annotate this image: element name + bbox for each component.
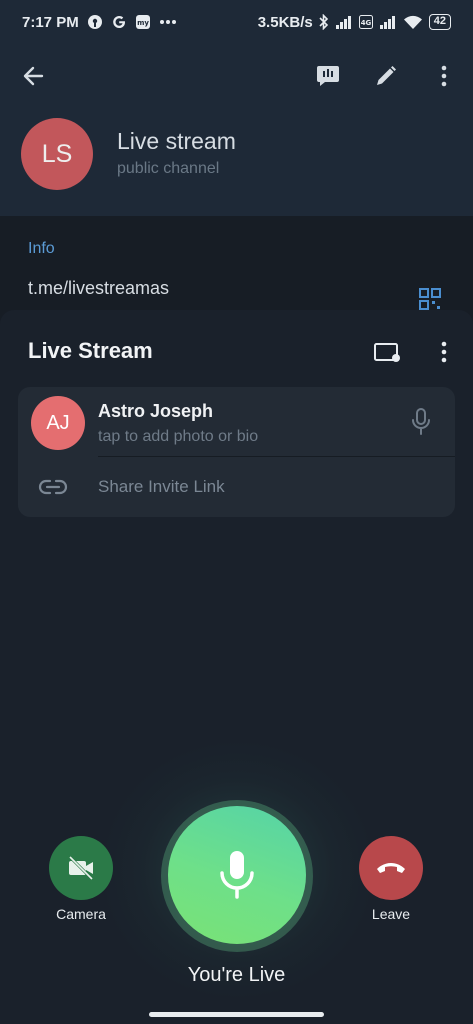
info-heading: Info xyxy=(28,240,55,257)
status-time: 7:17 PM xyxy=(22,13,79,31)
channel-title: Live stream xyxy=(117,128,236,154)
status-left: 7:17 PM my xyxy=(22,14,177,31)
voice-chat-icon xyxy=(317,66,339,86)
sheet-more-button[interactable] xyxy=(432,338,456,366)
participants-card: AJ Astro Joseph tap to add photo or bio … xyxy=(18,387,455,517)
google-icon xyxy=(111,14,127,30)
bluetooth-icon xyxy=(319,14,329,30)
mic-button[interactable] xyxy=(168,806,306,944)
svg-text:4G: 4G xyxy=(360,19,371,27)
info-section: Info t.me/livestreamas xyxy=(0,216,473,316)
participant-initials: AJ xyxy=(46,411,70,434)
status-right: 3.5KB/s 4G 42 xyxy=(258,14,451,31)
signal-icon xyxy=(335,15,353,29)
arrow-left-icon xyxy=(23,66,44,86)
app-icon: my xyxy=(135,14,151,30)
status-bar: 7:17 PM my 3.5KB/s 4G 42 xyxy=(0,0,473,44)
screen-share-button[interactable] xyxy=(373,338,401,366)
link-icon xyxy=(38,475,68,499)
sheet-title: Live Stream xyxy=(28,338,153,363)
leave-button[interactable] xyxy=(359,836,423,900)
live-stream-button[interactable] xyxy=(314,62,342,90)
volte-icon: 4G xyxy=(358,15,373,29)
back-button[interactable] xyxy=(20,62,48,90)
channel-avatar-initials: LS xyxy=(41,139,73,168)
leave-label: Leave xyxy=(371,906,411,922)
screencast-icon xyxy=(374,343,400,362)
camera-button[interactable] xyxy=(49,836,113,900)
live-status-label: You're Live xyxy=(187,964,286,986)
participant-bio-hint[interactable]: tap to add photo or bio xyxy=(98,428,258,446)
pencil-icon xyxy=(377,66,396,85)
microphone-icon xyxy=(220,851,254,899)
edit-button[interactable] xyxy=(372,62,400,90)
qr-code-icon[interactable] xyxy=(419,288,441,310)
hang-up-icon xyxy=(377,863,405,873)
channel-link[interactable]: t.me/livestreamas xyxy=(28,278,169,299)
podcast-icon xyxy=(87,14,103,30)
participant-name[interactable]: Astro Joseph xyxy=(98,401,213,422)
channel-subtitle: public channel xyxy=(117,160,220,177)
camera-label: Camera xyxy=(56,906,106,922)
battery-indicator: 42 xyxy=(428,14,451,30)
share-invite-link-row[interactable]: Share Invite Link xyxy=(18,457,455,517)
channel-avatar[interactable]: LS xyxy=(21,118,93,190)
participant-avatar[interactable]: AJ xyxy=(31,396,85,450)
video-off-icon xyxy=(68,855,94,881)
svg-text:my: my xyxy=(137,19,149,27)
more-menu-button[interactable] xyxy=(430,62,458,90)
wifi-icon xyxy=(403,15,423,30)
network-speed: 3.5KB/s xyxy=(257,13,313,31)
more-vertical-icon xyxy=(441,65,447,87)
more-vertical-icon xyxy=(441,341,447,363)
more-dots-icon xyxy=(159,19,177,25)
participant-mic-icon[interactable] xyxy=(408,407,434,437)
home-indicator[interactable] xyxy=(149,1012,324,1017)
signal-icon xyxy=(379,15,397,29)
share-invite-link-label: Share Invite Link xyxy=(98,477,225,496)
channel-header: LS Live stream public channel xyxy=(0,44,473,216)
